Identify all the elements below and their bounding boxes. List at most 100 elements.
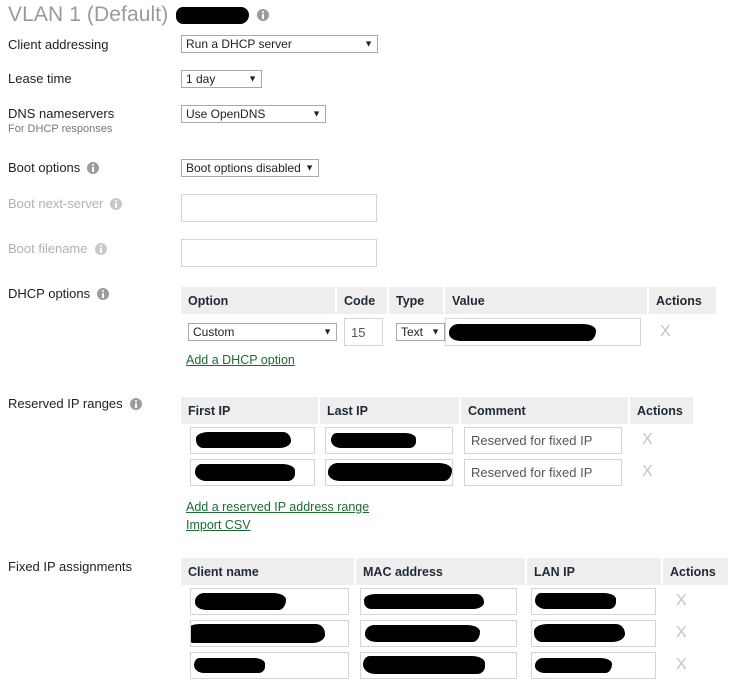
- info-icon[interactable]: [87, 162, 100, 174]
- fixed-ip-assignments-table: Client name MAC address LAN IP Actions X…: [181, 558, 728, 681]
- client-addressing-label: Client addressing: [8, 37, 109, 52]
- mac-address-input[interactable]: [360, 587, 517, 615]
- dhcp-options-table-header: Option Code Type Value Actions: [181, 287, 716, 314]
- fixed-ip-actions-cell: X: [663, 617, 728, 649]
- lease-time-select[interactable]: 1 day ▼: [181, 70, 262, 88]
- dhcp-type-select[interactable]: Text ▼: [396, 323, 445, 341]
- import-csv-link[interactable]: Import CSV: [186, 518, 251, 532]
- first-ip-input[interactable]: [190, 426, 315, 454]
- redacted-client-name: [195, 592, 286, 610]
- table-row: Reserved for fixed IP X: [181, 456, 693, 488]
- lease-time-label: Lease time: [8, 71, 72, 86]
- redacted-first-ip: [195, 463, 295, 481]
- info-icon[interactable]: [110, 198, 123, 210]
- dhcp-option-select[interactable]: Custom ▼: [188, 323, 337, 341]
- dhcp-options-label: DHCP options: [8, 286, 110, 302]
- mac-address-cell: [356, 585, 527, 617]
- comment-cell: Reserved for fixed IP: [461, 456, 630, 488]
- info-icon[interactable]: [94, 243, 107, 255]
- mac-address-input[interactable]: [360, 651, 517, 679]
- dns-nameservers-select[interactable]: Use OpenDNS ▼: [181, 105, 326, 123]
- redacted-last-ip: [331, 432, 416, 448]
- redacted-lan-ip: [535, 593, 616, 609]
- dhcp-value-cell: [445, 314, 649, 350]
- redacted-client-name: [194, 657, 265, 673]
- first-ip-cell: [181, 424, 320, 456]
- table-row: X: [181, 617, 728, 649]
- table-row: X: [181, 649, 728, 681]
- column-header-mac-address: MAC address: [356, 558, 527, 585]
- column-header-first-ip: First IP: [181, 397, 320, 424]
- redacted-mac-address: [364, 593, 484, 609]
- info-icon[interactable]: [129, 398, 142, 410]
- last-ip-input[interactable]: [325, 426, 453, 454]
- reserved-actions-cell: X: [630, 424, 693, 456]
- vlan-settings-page: VLAN 1 (Default) Client addressing Run a…: [0, 0, 733, 699]
- comment-cell: Reserved for fixed IP: [461, 424, 630, 456]
- chevron-down-icon: ▼: [312, 108, 321, 119]
- last-ip-cell: [320, 456, 461, 488]
- first-ip-cell: [181, 456, 320, 488]
- add-reserved-ip-range-link[interactable]: Add a reserved IP address range: [186, 500, 369, 514]
- dhcp-code-input[interactable]: 15: [344, 318, 383, 346]
- fixed-ip-table-header: Client name MAC address LAN IP Actions: [181, 558, 728, 585]
- lan-ip-input[interactable]: [531, 619, 656, 647]
- dns-nameservers-label: DNS nameservers: [8, 106, 115, 121]
- page-title: VLAN 1 (Default): [8, 3, 169, 26]
- dhcp-actions-cell: X: [649, 314, 716, 350]
- info-icon[interactable]: [257, 9, 270, 21]
- column-header-comment: Comment: [461, 397, 630, 424]
- redacted-first-ip: [196, 432, 291, 448]
- add-dhcp-option-link[interactable]: Add a DHCP option: [186, 353, 295, 367]
- fixed-ip-actions-cell: X: [663, 649, 728, 681]
- mac-address-cell: [356, 649, 527, 681]
- lan-ip-cell: [527, 585, 663, 617]
- comment-input[interactable]: Reserved for fixed IP: [464, 426, 622, 454]
- client-name-input[interactable]: [190, 587, 349, 615]
- delete-row-button[interactable]: X: [676, 593, 687, 609]
- lan-ip-input[interactable]: [531, 587, 656, 615]
- reserved-actions-cell: X: [630, 456, 693, 488]
- column-header-actions: Actions: [637, 403, 683, 418]
- redacted-vlan-name: [176, 6, 250, 24]
- client-name-cell: [181, 617, 356, 649]
- column-header-value: Value: [445, 287, 649, 314]
- boot-next-server-input[interactable]: [181, 194, 377, 222]
- column-header-lan-ip: LAN IP: [527, 558, 663, 585]
- chevron-down-icon: ▼: [323, 326, 332, 337]
- delete-row-button[interactable]: X: [642, 464, 653, 480]
- delete-row-button[interactable]: X: [660, 324, 671, 340]
- column-header-option: Option: [181, 287, 337, 314]
- mac-address-input[interactable]: [360, 619, 517, 647]
- fixed-ip-assignments-label: Fixed IP assignments: [8, 559, 133, 574]
- delete-row-button[interactable]: X: [676, 657, 687, 673]
- table-row: X: [181, 585, 728, 617]
- redacted-last-ip: [328, 463, 452, 481]
- client-addressing-select[interactable]: Run a DHCP server ▼: [181, 35, 378, 53]
- column-header-actions: Actions: [670, 564, 716, 579]
- fixed-ip-actions-cell: X: [663, 585, 728, 617]
- client-name-input[interactable]: [190, 651, 349, 679]
- column-header-type: Type: [389, 287, 445, 314]
- info-icon[interactable]: [97, 288, 110, 300]
- dhcp-type-cell: Text ▼: [389, 314, 445, 350]
- chevron-down-icon: ▼: [364, 38, 373, 49]
- redacted-value: [449, 323, 596, 341]
- redacted-mac-address: [365, 624, 480, 642]
- dhcp-value-input[interactable]: [445, 318, 641, 346]
- lan-ip-cell: [527, 649, 663, 681]
- table-row: Reserved for fixed IP X: [181, 424, 693, 456]
- column-header-last-ip: Last IP: [320, 397, 461, 424]
- lan-ip-input[interactable]: [531, 651, 656, 679]
- reserved-ip-table-header: First IP Last IP Comment Actions: [181, 397, 693, 424]
- boot-options-select[interactable]: Boot options disabled ▼: [181, 159, 319, 177]
- comment-input[interactable]: Reserved for fixed IP: [464, 458, 622, 486]
- first-ip-input[interactable]: [190, 458, 315, 486]
- delete-row-button[interactable]: X: [676, 625, 687, 641]
- boot-filename-input[interactable]: [181, 239, 377, 267]
- client-name-input[interactable]: [190, 619, 349, 647]
- column-header-code: Code: [337, 287, 389, 314]
- reserved-ip-ranges-table: First IP Last IP Comment Actions Reserve…: [181, 397, 693, 488]
- delete-row-button[interactable]: X: [642, 432, 653, 448]
- last-ip-input[interactable]: [325, 458, 453, 486]
